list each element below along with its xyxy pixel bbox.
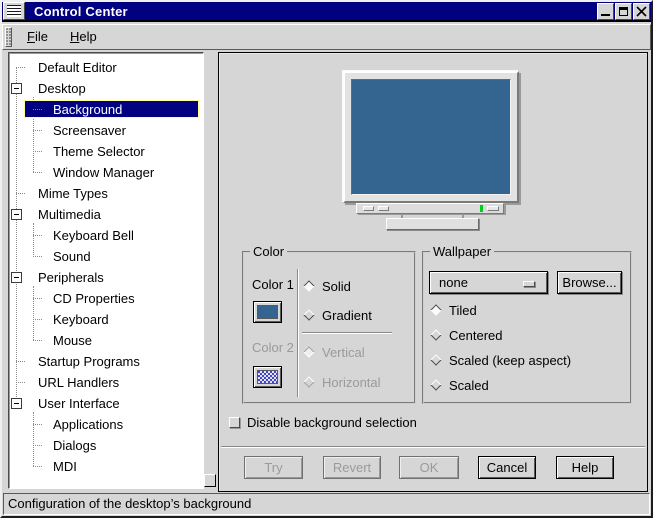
close-icon	[636, 6, 647, 17]
window-menu-button[interactable]	[3, 2, 25, 20]
radio-unselected-icon	[430, 354, 441, 365]
radio-vertical: Vertical	[303, 345, 365, 359]
titlebar[interactable]: Control Center	[2, 2, 651, 22]
sidebar-item-keyboard[interactable]: Keyboard	[11, 309, 201, 330]
sidebar-item-mime-types[interactable]: Mime Types	[11, 183, 201, 204]
sidebar-item-theme-selector[interactable]: Theme Selector	[11, 141, 201, 162]
sidebar-item-cd-properties[interactable]: CD Properties	[11, 288, 201, 309]
monitor-keyboard-base	[386, 218, 479, 230]
sidebar-item-mouse[interactable]: Mouse	[11, 330, 201, 351]
sidebar-item-applications[interactable]: Applications	[11, 414, 201, 435]
color1-label: Color 1	[252, 277, 294, 292]
radio-unselected-icon	[303, 309, 314, 320]
maximize-button[interactable]	[615, 3, 632, 20]
maximize-icon	[619, 7, 628, 16]
checkbox-label: Disable background selection	[247, 415, 417, 430]
control-center-window: Control Center File Help	[0, 0, 653, 518]
radio-tiled[interactable]: Tiled	[430, 303, 477, 317]
cancel-button[interactable]: Cancel	[478, 456, 536, 479]
radio-gradient[interactable]: Gradient	[303, 308, 372, 322]
monitor-button-icon	[487, 206, 499, 211]
background-capplet-panel: Color Color 1 Color 2	[218, 52, 648, 492]
sidebar-item-url-handlers[interactable]: URL Handlers	[11, 372, 201, 393]
dither-pattern	[258, 371, 277, 383]
statusbar: Configuration of the desktop’s backgroun…	[3, 493, 650, 515]
minimize-icon	[601, 14, 610, 16]
tree-collapse-icon[interactable]	[11, 398, 22, 409]
monitor-control-strip	[356, 203, 504, 214]
disable-background-selection-checkbox[interactable]: Disable background selection	[229, 415, 417, 430]
monitor-button-icon	[363, 206, 374, 211]
window-title: Control Center	[34, 4, 128, 19]
radio-unselected-disabled-icon	[303, 376, 314, 387]
radio-selected-icon	[430, 304, 441, 315]
monitor-preview	[343, 71, 519, 203]
color-section-frame: Color Color 1 Color 2	[242, 251, 416, 404]
radio-unselected-icon	[430, 379, 441, 390]
wallpaper-section-frame: Wallpaper none Browse... Tiled Centered	[422, 251, 632, 404]
sidebar-item-sound[interactable]: Sound	[11, 246, 201, 267]
pane-resize-handle[interactable]	[204, 474, 216, 487]
tree-collapse-icon[interactable]	[11, 209, 22, 220]
monitor-button-icon	[378, 206, 389, 211]
wallpaper-section-title: Wallpaper	[430, 244, 494, 259]
checkbox-unchecked-icon	[229, 417, 240, 428]
action-area-separator	[221, 446, 645, 448]
vertical-separator	[297, 269, 299, 397]
sidebar-item-user-interface[interactable]: User Interface	[11, 393, 201, 414]
color1-picker-button[interactable]	[253, 301, 282, 323]
wallpaper-dropdown-value: none	[439, 275, 468, 290]
color2-picker-button[interactable]	[253, 366, 282, 388]
tree-collapse-icon[interactable]	[11, 83, 22, 94]
window-menu-icon	[7, 5, 21, 17]
menubar-grip-handle[interactable]	[5, 27, 12, 47]
radio-selected-disabled-icon	[303, 346, 314, 357]
radio-centered[interactable]: Centered	[430, 328, 502, 342]
radio-horizontal: Horizontal	[303, 375, 381, 389]
sidebar-item-dialogs[interactable]: Dialogs	[11, 435, 201, 456]
sidebar-item-keyboard-bell[interactable]: Keyboard Bell	[11, 225, 201, 246]
monitor-screen-preview	[351, 79, 511, 195]
sidebar-item-desktop[interactable]: Desktop	[11, 78, 201, 99]
sidebar-item-mdi[interactable]: MDI	[11, 456, 201, 477]
radio-unselected-icon	[430, 329, 441, 340]
tree-collapse-icon[interactable]	[11, 272, 22, 283]
sidebar-item-background[interactable]: Background	[11, 99, 201, 120]
color2-label: Color 2	[252, 340, 294, 355]
radio-scaled[interactable]: Scaled	[430, 378, 489, 392]
sidebar-item-peripherals[interactable]: Peripherals	[11, 267, 201, 288]
menu-file[interactable]: File	[16, 26, 59, 48]
radio-scaled-keep-aspect[interactable]: Scaled (keep aspect)	[430, 353, 571, 367]
power-led-icon	[480, 205, 483, 212]
help-button[interactable]: Help	[556, 456, 614, 479]
menu-help[interactable]: Help	[59, 26, 108, 48]
menubar: File Help	[2, 24, 651, 50]
color-section-title: Color	[250, 244, 287, 259]
capplet-tree: Default Editor Desktop Background Screen…	[8, 52, 204, 489]
radio-solid[interactable]: Solid	[303, 279, 351, 293]
color1-swatch	[257, 305, 278, 319]
wallpaper-dropdown[interactable]: none	[429, 271, 548, 294]
sidebar-item-default-editor[interactable]: Default Editor	[11, 57, 201, 78]
radio-selected-icon	[303, 280, 314, 291]
minimize-button[interactable]	[597, 3, 614, 20]
option-menu-indicator-icon	[523, 281, 535, 287]
browse-button[interactable]: Browse...	[557, 271, 622, 294]
color2-swatch	[257, 370, 278, 384]
sidebar-item-multimedia[interactable]: Multimedia	[11, 204, 201, 225]
sidebar-item-startup-programs[interactable]: Startup Programs	[11, 351, 201, 372]
ok-button: OK	[399, 456, 459, 479]
try-button: Try	[244, 456, 303, 479]
close-button[interactable]	[633, 3, 650, 20]
revert-button: Revert	[323, 456, 381, 479]
gradient-separator	[302, 332, 392, 334]
sidebar-item-screensaver[interactable]: Screensaver	[11, 120, 201, 141]
sidebar-item-window-manager[interactable]: Window Manager	[11, 162, 201, 183]
